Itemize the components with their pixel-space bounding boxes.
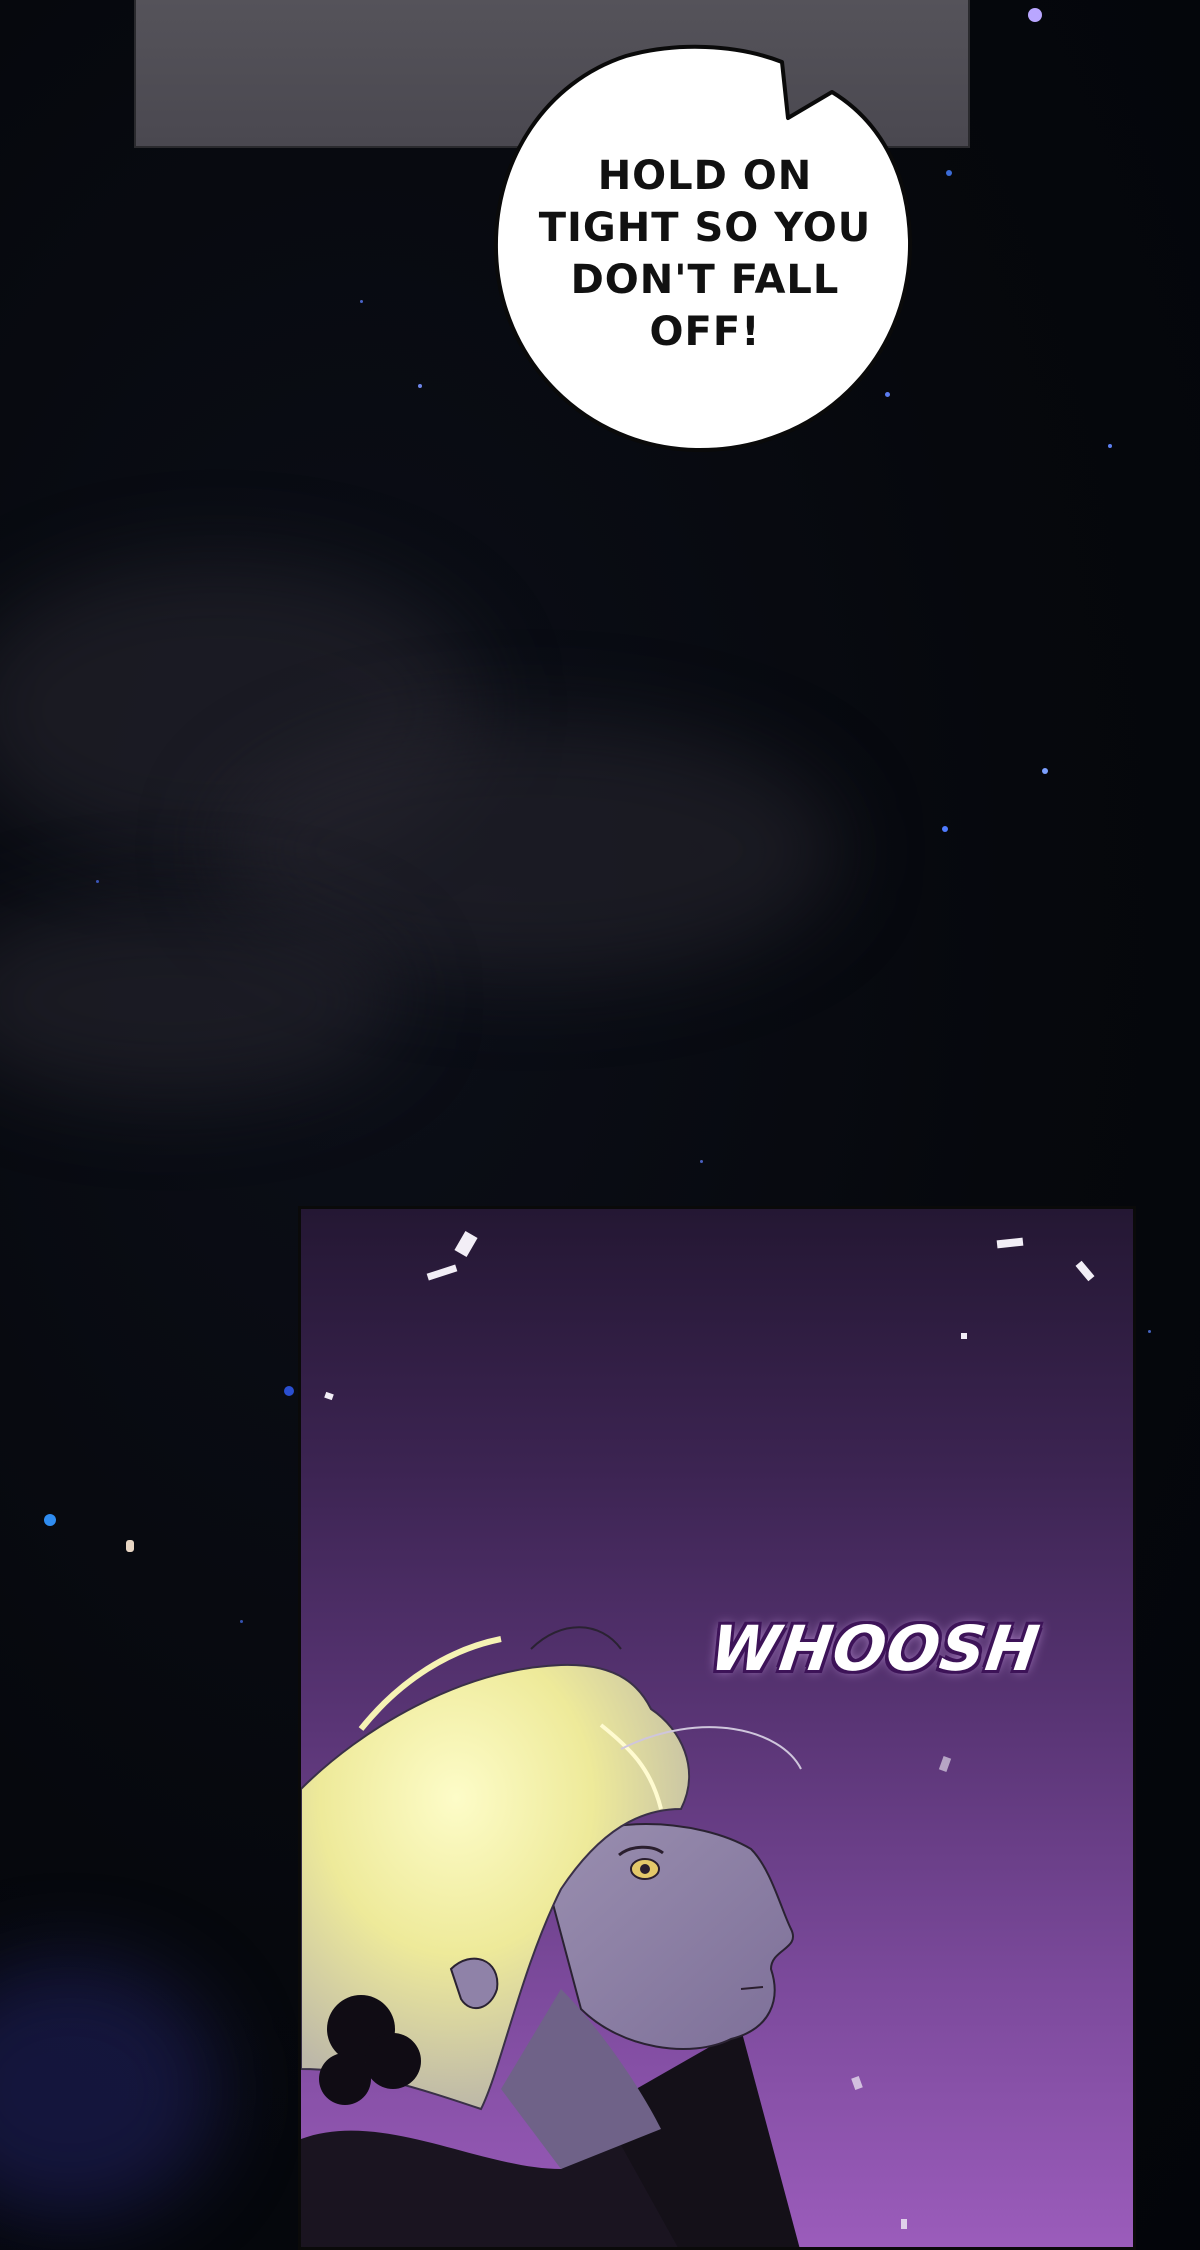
star: [360, 300, 363, 303]
bubble-line: OFF!: [649, 309, 761, 355]
star: [942, 826, 948, 832]
bubble-line: DON'T FALL: [570, 257, 840, 303]
star: [418, 384, 422, 388]
bottom-panel: WHOOSH: [298, 1206, 1136, 2250]
star: [700, 1160, 703, 1163]
star: [1108, 444, 1112, 448]
speech-bubble-text: HOLD ON TIGHT SO YOU DON'T FALL OFF!: [520, 150, 890, 358]
character-illustration: [301, 1626, 802, 2247]
star: [126, 1540, 134, 1552]
star: [96, 880, 99, 883]
star: [1042, 768, 1048, 774]
star: [1148, 1330, 1151, 1333]
star: [946, 170, 952, 176]
comic-page: HOLD ON TIGHT SO YOU DON'T FALL OFF! WHO…: [0, 0, 1200, 2250]
bubble-line: HOLD ON: [597, 153, 813, 199]
star: [240, 1620, 243, 1623]
cloud: [0, 1960, 220, 2220]
star: [1028, 8, 1042, 22]
star: [284, 1386, 294, 1396]
star: [44, 1514, 56, 1526]
bubble-line: TIGHT SO YOU: [538, 205, 872, 251]
sound-effect-text: WHOOSH: [705, 1612, 1045, 1685]
